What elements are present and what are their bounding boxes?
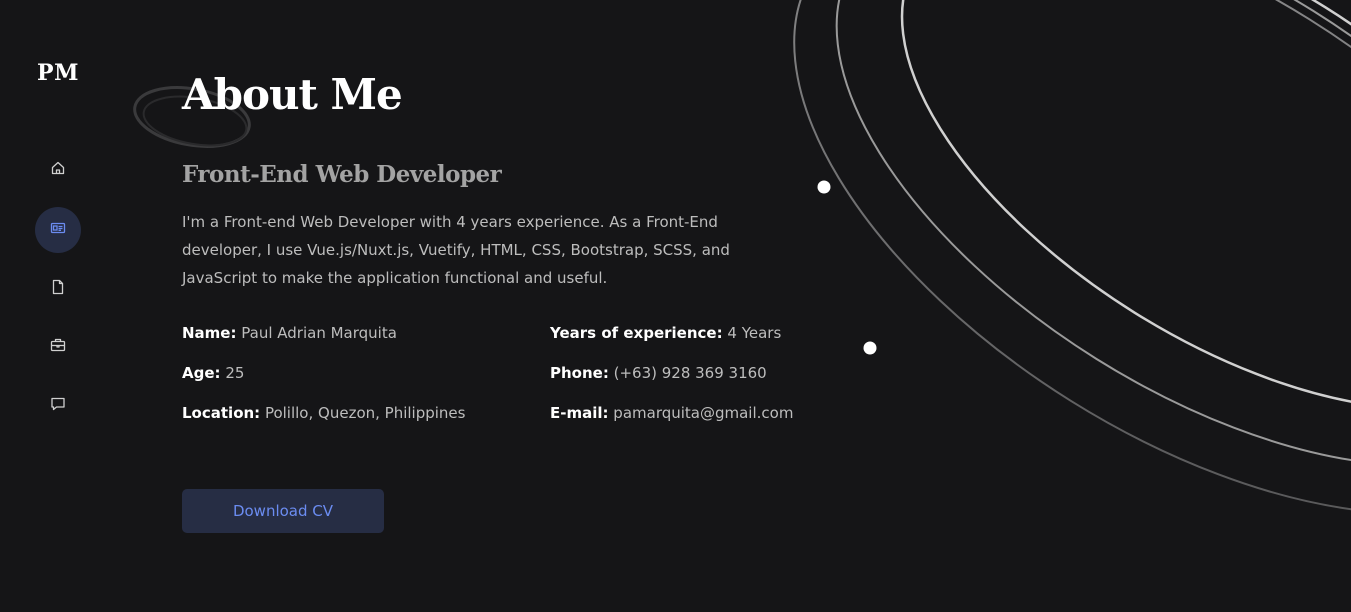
chat-bubble-icon [50, 396, 66, 416]
info-value[interactable]: pamarquita@gmail.com [613, 404, 793, 422]
info-phone: Phone: (+63) 928 369 3160 [550, 362, 793, 402]
sidebar: PM [0, 0, 116, 612]
home-icon [50, 160, 66, 180]
nav-resume[interactable] [35, 266, 81, 312]
briefcase-icon [50, 337, 66, 357]
info-value: 4 Years [727, 324, 782, 342]
orbit-dot [817, 180, 831, 194]
info-label: E-mail: [550, 404, 609, 422]
info-label: Name: [182, 324, 237, 342]
nav-portfolio[interactable] [35, 324, 81, 370]
download-cv-button[interactable]: Download CV [182, 489, 384, 533]
role-subtitle: Front-End Web Developer [182, 161, 502, 188]
info-label: Phone: [550, 364, 609, 382]
orbit-dot [863, 341, 877, 355]
info-value: Polillo, Quezon, Philippines [264, 404, 466, 422]
page-title: About Me [182, 70, 403, 119]
info-value: 25 [225, 364, 245, 382]
info-age: Age: 25 [182, 362, 465, 402]
info-column-left: Name: Paul Adrian Marquita Age: 25 Locat… [182, 322, 465, 442]
info-location: Location: Polillo, Quezon, Philippines [182, 402, 465, 442]
bio-paragraph: I'm a Front-end Web Developer with 4 yea… [182, 213, 730, 287]
document-icon [50, 279, 66, 299]
nav-contact[interactable] [35, 383, 81, 429]
info-name: Name: Paul Adrian Marquita [182, 322, 465, 362]
info-column-right: Years of experience: 4 Years Phone: (+63… [550, 322, 793, 442]
id-card-icon [50, 220, 66, 240]
nav-about[interactable] [35, 207, 81, 253]
info-label: Years of experience: [550, 324, 723, 342]
orbit-ring-middle [835, 0, 1351, 467]
orbit-ring-outer [793, 0, 1351, 515]
site-logo[interactable]: PM [0, 60, 116, 86]
orbit-ring-inner [900, 0, 1351, 410]
info-label: Location: [182, 404, 261, 422]
info-experience: Years of experience: 4 Years [550, 322, 793, 362]
info-label: Age: [182, 364, 221, 382]
info-value: (+63) 928 369 3160 [613, 364, 767, 382]
nav-home[interactable] [35, 147, 81, 193]
info-email: E-mail: pamarquita@gmail.com [550, 402, 793, 442]
info-value: Paul Adrian Marquita [241, 324, 397, 342]
